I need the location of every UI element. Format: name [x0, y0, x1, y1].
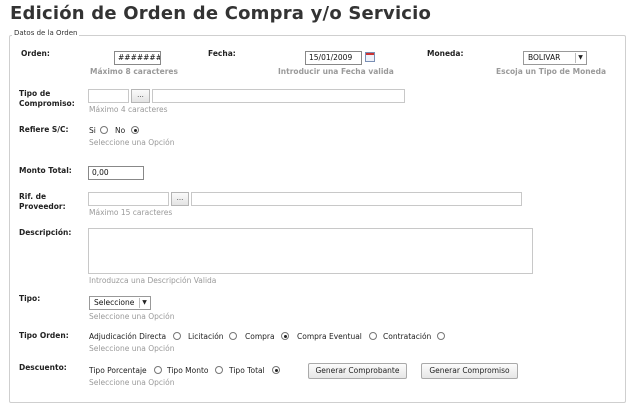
descripcion-hint: Introduzca una Descripción Valida	[89, 276, 217, 285]
rif-proveedor-hint: Máximo 15 caracteres	[89, 208, 173, 217]
tipo-orden-label: Tipo Orden:	[19, 331, 69, 340]
moneda-selected: BOLIVAR	[528, 53, 561, 62]
tipo-select[interactable]: Seleccione ▼	[89, 296, 151, 310]
refiere-no-radio[interactable]	[131, 126, 139, 134]
refiere-sc-label: Refiere S/C:	[19, 125, 69, 134]
rif-proveedor-input[interactable]	[88, 192, 169, 206]
refiere-si-label: Si	[89, 126, 96, 135]
descuento-label: Descuento:	[19, 363, 67, 372]
tipo-orden-radio-adjudicacion[interactable]	[173, 332, 181, 340]
rif-proveedor-label: Rif. de Proveedor:	[19, 192, 66, 211]
generar-comprobante-button[interactable]: Generar Comprobante	[308, 363, 407, 379]
orden-label: Orden:	[21, 49, 50, 58]
tipo-orden-option-label: Compra Eventual	[297, 332, 362, 341]
tipo-orden-option-label: Contratación	[383, 332, 432, 341]
tipo-orden-hint: Seleccione una Opción	[89, 344, 175, 353]
tipo-hint: Seleccione una Opción	[89, 312, 175, 321]
chevron-down-icon: ▼	[139, 298, 149, 308]
tipo-selected: Seleccione	[94, 298, 135, 307]
monto-total-label: Monto Total:	[19, 166, 72, 175]
orden-input[interactable]: #######	[114, 51, 161, 65]
tipo-orden-option-label: Adjudicación Directa	[89, 332, 167, 341]
descuento-option-label: Tipo Porcentaje	[89, 366, 147, 375]
moneda-hint: Escoja un Tipo de Moneda	[496, 67, 607, 76]
tipo-orden-radio-licitacion[interactable]	[229, 332, 237, 340]
refiere-si-radio[interactable]	[100, 126, 108, 134]
refiere-sc-hint: Seleccione una Opción	[89, 138, 175, 147]
tipo-compromiso-lookup-button[interactable]: ...	[131, 89, 150, 103]
descripcion-textarea[interactable]	[88, 228, 533, 274]
tipo-compromiso-hint: Máximo 4 caracteres	[89, 105, 168, 114]
page-title: Edición de Orden de Compra y/o Servicio	[10, 3, 432, 24]
tipo-compromiso-description-input[interactable]	[152, 89, 405, 103]
generar-compromiso-button[interactable]: Generar Compromiso	[421, 363, 518, 379]
refiere-no-label: No	[115, 126, 126, 135]
calendar-icon[interactable]	[365, 52, 375, 62]
fecha-input[interactable]: 15/01/2009	[305, 51, 362, 65]
descuento-radio-total[interactable]	[272, 366, 280, 374]
tipo-compromiso-label: Tipo de Compromiso:	[19, 89, 75, 108]
moneda-label: Moneda:	[427, 49, 464, 58]
tipo-orden-option-label: Licitación	[188, 332, 224, 341]
monto-total-input[interactable]: 0,00	[88, 166, 144, 180]
tipo-compromiso-code-input[interactable]	[88, 89, 129, 103]
fecha-hint: Introducir una Fecha valida	[278, 67, 394, 76]
descuento-hint: Seleccione una Opción	[89, 378, 175, 387]
moneda-select[interactable]: BOLIVAR ▼	[523, 51, 587, 65]
fieldset-legend: Datos de la Orden	[12, 29, 80, 37]
descuento-radio-monto[interactable]	[215, 366, 223, 374]
tipo-orden-radio-contratacion[interactable]	[437, 332, 445, 340]
descripcion-label: Descripción:	[19, 228, 72, 237]
orden-hint: Máximo 8 caracteres	[90, 67, 178, 76]
chevron-down-icon: ▼	[575, 53, 585, 63]
descuento-option-label: Tipo Monto	[167, 366, 209, 375]
rif-proveedor-lookup-button[interactable]: ...	[171, 192, 189, 206]
descuento-radio-porcentaje[interactable]	[154, 366, 162, 374]
tipo-orden-radio-compra[interactable]	[281, 332, 289, 340]
fecha-label: Fecha:	[208, 49, 236, 58]
rif-proveedor-name-input[interactable]	[191, 192, 522, 206]
descuento-option-label: Tipo Total	[229, 366, 265, 375]
tipo-label: Tipo:	[19, 294, 41, 303]
tipo-orden-radio-compra-eventual[interactable]	[369, 332, 377, 340]
tipo-orden-option-label: Compra	[245, 332, 275, 341]
